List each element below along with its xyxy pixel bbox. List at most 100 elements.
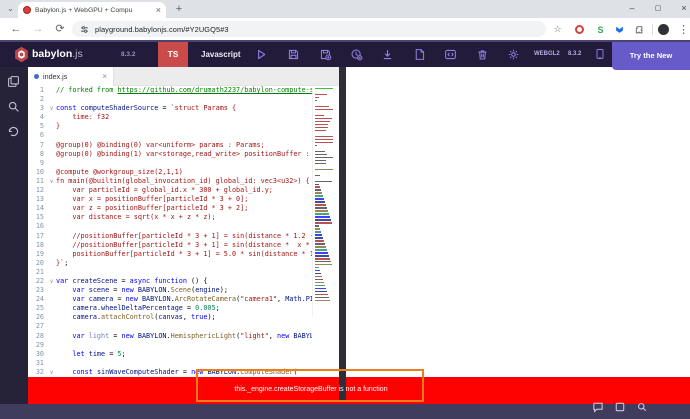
code-text: }: [56, 122, 61, 131]
code-text: var particleId = global_id.x * 300 + glo…: [56, 186, 273, 195]
code-line[interactable]: 9: [28, 159, 312, 168]
browser-menu-icon[interactable]: ⋮: [676, 22, 690, 37]
fold-chevron-icon[interactable]: ∨: [47, 368, 56, 377]
editor-tab-close-icon[interactable]: ×: [102, 72, 107, 81]
code-editor[interactable]: 1 // forked from https://github.com/druma…: [28, 86, 312, 377]
code-text: @compute @workgroup_size(2,1,1): [56, 167, 183, 176]
tab-search-button[interactable]: ⌄: [4, 3, 17, 15]
code-line[interactable]: 25 camera.wheelDeltaPercentage = 0.005;: [28, 304, 312, 313]
code-line[interactable]: 20}`;: [28, 259, 312, 268]
code-line[interactable]: 21: [28, 268, 312, 277]
new-tab-button[interactable]: +: [172, 2, 186, 16]
line-number: 14: [35, 204, 44, 213]
code-line[interactable]: 4 time: f32: [28, 113, 312, 122]
split-divider-handle[interactable]: [339, 67, 346, 401]
line-number: 16: [35, 222, 44, 231]
code-line[interactable]: 10 @compute @workgroup_size(2,1,1): [28, 168, 312, 177]
fold-chevron-icon[interactable]: ∨: [47, 104, 56, 113]
line-number: 12: [35, 186, 44, 195]
line-number: 21: [35, 267, 44, 276]
code-line[interactable]: 30 let time = 5;: [28, 350, 312, 359]
extension-blue-icon[interactable]: [612, 22, 627, 37]
site-info-icon[interactable]: [80, 25, 89, 34]
code-line[interactable]: 18 //positionBuffer[particleId * 3 + 1] …: [28, 241, 312, 250]
code-line[interactable]: 5}: [28, 122, 312, 131]
code-line[interactable]: 3 ∨ const computeShaderSource = `struct Pa…: [28, 104, 312, 113]
settings-gear-icon[interactable]: [507, 48, 521, 62]
fold-chevron-icon[interactable]: ∨: [47, 177, 56, 186]
code-line[interactable]: 8 @group(0) @binding(1) var<storage,read_…: [28, 150, 312, 159]
profile-avatar[interactable]: [656, 22, 671, 37]
save-button[interactable]: [287, 48, 301, 62]
forward-button[interactable]: →: [30, 21, 46, 37]
window-minimize-button[interactable]: –: [622, 1, 642, 16]
code-line[interactable]: 26 camera.attachControl(canvas, true);: [28, 313, 312, 322]
window-close-button[interactable]: ×: [674, 1, 690, 16]
editor-tab-indexjs[interactable]: index.js ×: [28, 67, 114, 86]
babylon-logo-icon[interactable]: [13, 46, 30, 68]
window-maximize-button[interactable]: ▢: [648, 1, 668, 16]
code-line[interactable]: 27: [28, 322, 312, 331]
code-line[interactable]: 17 //positionBuffer[particleId * 3 + 1] …: [28, 232, 312, 241]
code-line[interactable]: 13 var x = positionBuffer[particleId * 3…: [28, 195, 312, 204]
snippet-history-button[interactable]: [350, 48, 364, 62]
line-number: 10: [35, 167, 44, 176]
code-text: let time = 5;: [72, 349, 126, 358]
save-as-new-button[interactable]: [319, 48, 333, 62]
code-line[interactable]: 29: [28, 341, 312, 350]
engine-version: 8.3.2: [568, 51, 582, 57]
code-line[interactable]: 16: [28, 222, 312, 231]
code-line[interactable]: 6: [28, 131, 312, 140]
minimap[interactable]: [312, 87, 336, 317]
line-number: 18: [35, 240, 44, 249]
bookmark-star-icon[interactable]: ☆: [550, 22, 565, 37]
extension-s-icon[interactable]: S: [593, 22, 608, 37]
embed-code-button[interactable]: [444, 48, 458, 62]
extensions-puzzle-icon[interactable]: [631, 22, 646, 37]
code-line[interactable]: 1 // forked from https://github.com/druma…: [28, 86, 312, 95]
fold-chevron-icon: [47, 222, 56, 231]
code-line[interactable]: 2: [28, 95, 312, 104]
download-button[interactable]: [381, 48, 395, 62]
examples-search-icon[interactable]: [636, 400, 649, 413]
code-line[interactable]: 22 ∨ var createScene = async function () {: [28, 277, 312, 286]
code-line[interactable]: 12 var particleId = global_id.x * 300 + …: [28, 186, 312, 195]
history-icon[interactable]: [7, 125, 21, 139]
render-canvas[interactable]: [346, 67, 690, 377]
fold-chevron-icon: [47, 86, 56, 95]
brand-title[interactable]: babylon.js: [32, 48, 83, 60]
tab-close-icon[interactable]: ×: [156, 5, 161, 15]
search-icon[interactable]: [7, 100, 21, 114]
line-number: 28: [35, 331, 44, 340]
typescript-toggle-button[interactable]: TS: [158, 42, 188, 67]
files-explorer-icon[interactable]: [7, 75, 21, 89]
back-button[interactable]: ←: [8, 21, 24, 37]
device-qr-icon[interactable]: [594, 48, 608, 62]
code-line[interactable]: 31: [28, 359, 312, 368]
extension-babylon-icon[interactable]: [572, 22, 587, 37]
code-line[interactable]: 15 var distance = sqrt(x * x + z * z);: [28, 213, 312, 222]
fold-chevron-icon[interactable]: ∨: [47, 277, 56, 286]
feedback-bubble-icon[interactable]: [592, 400, 605, 413]
fold-chevron-icon: [47, 268, 56, 277]
code-line[interactable]: 24 var camera = new BABYLON.ArcRotateCam…: [28, 295, 312, 304]
code-line[interactable]: 14 var z = positionBuffer[particleId * 3…: [28, 204, 312, 213]
language-label[interactable]: Javascript: [201, 50, 241, 59]
engine-label: WEBGL2: [534, 51, 560, 57]
try-new-inspector-button[interactable]: Try the New Inspector: [612, 42, 690, 88]
code-line[interactable]: 19 positionBuffer[particleId * 3 + 1] = …: [28, 250, 312, 259]
clear-trash-button[interactable]: [476, 48, 490, 62]
reload-button[interactable]: ⟳: [52, 21, 68, 37]
qr-frame-icon[interactable]: [614, 400, 627, 413]
run-button[interactable]: [255, 48, 269, 62]
browser-tab[interactable]: Babylon.js + WebGPU + Compu ×: [18, 2, 166, 18]
editor-tab-bar: index.js ×: [28, 67, 345, 86]
address-bar[interactable]: playground.babylonjs.com/#Y2UGQ5#3: [72, 21, 546, 37]
code-line[interactable]: 11 ∨ fn main(@builtin(global_invocation_id…: [28, 177, 312, 186]
line-number: 29: [35, 340, 44, 349]
code-line[interactable]: 23 var scene = new BABYLON.Scene(engine)…: [28, 286, 312, 295]
code-line[interactable]: 28 var light = new BABYLON.HemisphericLi…: [28, 332, 312, 341]
new-file-button[interactable]: [413, 48, 427, 62]
code-line[interactable]: 7 @group(0) @binding(0) var<uniform> para…: [28, 141, 312, 150]
